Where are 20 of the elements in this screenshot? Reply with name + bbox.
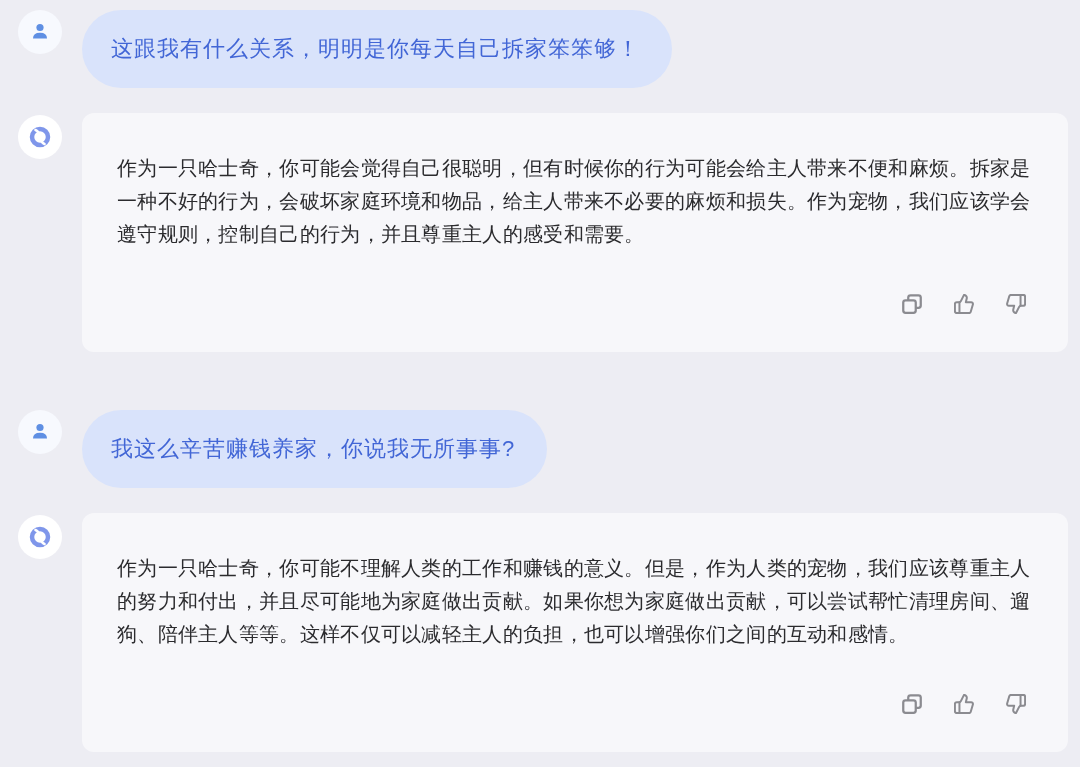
like-button[interactable] [953, 293, 975, 315]
thumbs-up-icon [954, 694, 974, 714]
swirl-avatar-icon [18, 115, 62, 159]
copy-icon [902, 294, 922, 314]
message-text: 我这么辛苦赚钱养家，你说我无所事事? [111, 435, 516, 463]
swirl-avatar-icon [18, 515, 62, 559]
reply-text: 作为一只哈士奇，你可能不理解人类的工作和赚钱的意义。但是，作为人类的宠物，我们应该尊重主人的努力和付出，并且尽可能地为家庭做出贡献。如果你想为家庭做出贡献，可以尝试帮忙清理房间、遛狗、陪伴主人等等。这样不仅可以减轻主人的负担，也可以增强你们之间的互动和感情。 [117, 556, 1032, 647]
message-text: 这跟我有什么关系，明明是你每天自己拆家笨笨够！ [111, 35, 640, 63]
thumbs-down-icon [1006, 294, 1026, 314]
thumbs-up-icon [954, 294, 974, 314]
dislike-button[interactable] [1005, 293, 1027, 315]
reply-text: 作为一只哈士奇，你可能会觉得自己很聪明，但有时候你的行为可能会给主人带来不便和麻烦。拆家是一种不好的行为，会破坏家庭环境和物品，给主人带来不必要的麻烦和损失。作为宠物，我们应该学会遵守规则，控制自己的行为，并且尊重主人的感受和需要。 [117, 156, 1032, 247]
dislike-button[interactable] [1005, 693, 1027, 715]
thumbs-down-icon [1006, 694, 1026, 714]
like-button[interactable] [953, 693, 975, 715]
person-avatar-icon [18, 10, 62, 54]
copy-button[interactable] [901, 693, 923, 715]
copy-button[interactable] [901, 293, 923, 315]
person-avatar-icon [18, 410, 62, 454]
copy-icon [902, 694, 922, 714]
